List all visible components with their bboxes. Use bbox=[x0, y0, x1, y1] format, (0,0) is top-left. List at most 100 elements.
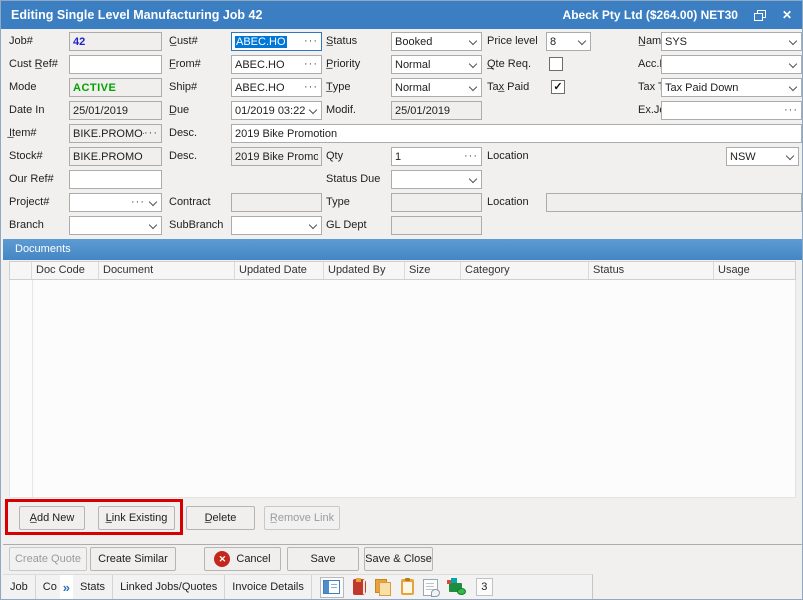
job-editor-window: Editing Single Level Manufacturing Job 4… bbox=[0, 0, 803, 600]
copy-documents-icon[interactable] bbox=[375, 579, 392, 595]
col-indicator[interactable] bbox=[10, 262, 32, 279]
modif-field: 25/01/2019 bbox=[391, 101, 482, 120]
chevron-down-icon[interactable] bbox=[469, 175, 478, 184]
name-select[interactable]: SYS bbox=[661, 32, 802, 51]
chevron-down-icon[interactable] bbox=[789, 60, 798, 69]
ex-job-field[interactable]: ··· bbox=[661, 101, 802, 120]
chevron-down-icon[interactable] bbox=[309, 106, 318, 115]
acc-mgr-select[interactable] bbox=[661, 55, 802, 74]
status-select[interactable]: Booked bbox=[391, 32, 482, 51]
date-in-field: 25/01/2019 bbox=[69, 101, 162, 120]
diary-icon[interactable] bbox=[353, 579, 366, 595]
chevron-down-icon[interactable] bbox=[578, 37, 587, 46]
delete-button[interactable]: D̲elete bbox=[186, 506, 255, 530]
clipboard-icon[interactable] bbox=[401, 579, 414, 595]
chevron-down-icon[interactable] bbox=[149, 198, 158, 207]
col-usage[interactable]: Usage bbox=[714, 262, 797, 279]
save-close-button[interactable]: Save & Close bbox=[364, 547, 433, 571]
branch-select[interactable] bbox=[69, 216, 162, 235]
job-field[interactable]: 42 bbox=[69, 32, 162, 51]
our-ref-label: Our Ref# bbox=[9, 170, 54, 189]
col-size[interactable]: Size bbox=[405, 262, 461, 279]
restore-icon[interactable] bbox=[754, 10, 766, 21]
contract-field bbox=[231, 193, 322, 212]
col-category[interactable]: Category bbox=[461, 262, 589, 279]
ex-job-ellipsis-button[interactable]: ··· bbox=[784, 105, 798, 116]
cust-field[interactable]: ABEC.HO··· bbox=[231, 32, 322, 51]
chevron-down-icon[interactable] bbox=[469, 60, 478, 69]
money-gift-icon[interactable] bbox=[447, 579, 466, 595]
save-button[interactable]: Save bbox=[287, 547, 359, 571]
our-ref-field[interactable] bbox=[69, 170, 162, 189]
window-title: Editing Single Level Manufacturing Job 4… bbox=[11, 8, 262, 22]
chevron-down-icon[interactable] bbox=[789, 37, 798, 46]
link-existing-button[interactable]: L̲ink Existing bbox=[98, 506, 175, 530]
from-ellipsis-button[interactable]: ··· bbox=[304, 59, 318, 70]
chevron-down-icon[interactable] bbox=[786, 152, 795, 161]
tab-linked-jobs-quotes[interactable]: Linked Jobs/Quotes bbox=[113, 575, 225, 599]
location2-field bbox=[546, 193, 802, 212]
qte-req-checkbox[interactable] bbox=[549, 57, 563, 71]
price-level-select[interactable]: 8 bbox=[546, 32, 591, 51]
indicator-column-divider bbox=[32, 280, 33, 497]
contract-label: Contract bbox=[169, 193, 211, 212]
tab-job[interactable]: Job bbox=[3, 575, 36, 599]
branch-label: Branch bbox=[9, 216, 44, 235]
tab-costing[interactable]: Co bbox=[36, 575, 60, 599]
item-field[interactable]: BIKE.PROMO+··· bbox=[69, 124, 162, 143]
status-label: S̲tatus bbox=[326, 32, 357, 51]
create-similar-button[interactable]: Create Similar bbox=[90, 547, 176, 571]
cancel-icon bbox=[214, 551, 230, 567]
type-label: T̲ype bbox=[326, 78, 350, 97]
project-ellipsis-button[interactable]: ··· bbox=[131, 197, 145, 208]
chevron-down-icon[interactable] bbox=[469, 83, 478, 92]
form-view-button[interactable] bbox=[320, 577, 344, 598]
col-document[interactable]: Document bbox=[99, 262, 235, 279]
status-due-select[interactable] bbox=[391, 170, 482, 189]
col-updated-date[interactable]: Updated Date bbox=[235, 262, 324, 279]
cancel-button[interactable]: Cancel bbox=[204, 547, 281, 571]
tab-overflow-icon[interactable]: » bbox=[60, 575, 73, 599]
item-desc-field[interactable]: 2019 Bike Promotion bbox=[231, 124, 802, 143]
gl-dept-label: GL Dept bbox=[326, 216, 367, 235]
chevron-down-icon[interactable] bbox=[309, 221, 318, 230]
cust-ellipsis-button[interactable]: ··· bbox=[304, 36, 318, 47]
chevron-down-icon[interactable] bbox=[149, 221, 158, 230]
item-desc-label: Desc. bbox=[169, 124, 197, 143]
due-label: D̲ue bbox=[169, 101, 189, 120]
type-select[interactable]: Normal bbox=[391, 78, 482, 97]
add-new-button[interactable]: A̲dd New bbox=[19, 506, 85, 530]
item-ellipsis-button[interactable]: ··· bbox=[144, 128, 158, 139]
project-field[interactable]: ··· bbox=[69, 193, 162, 212]
chevron-down-icon[interactable] bbox=[789, 83, 798, 92]
chevron-down-icon[interactable] bbox=[469, 37, 478, 46]
tab-stats[interactable]: Stats bbox=[73, 575, 113, 599]
tax-total-select[interactable]: Tax Paid Down bbox=[661, 78, 802, 97]
col-status[interactable]: Status bbox=[589, 262, 714, 279]
from-field[interactable]: ABEC.HO··· bbox=[231, 55, 322, 74]
location-label: Location bbox=[487, 147, 529, 166]
mode-field: ACTIVE bbox=[69, 78, 162, 97]
cust-ref-field[interactable] bbox=[69, 55, 162, 74]
close-icon[interactable]: ✕ bbox=[782, 9, 792, 21]
col-doc-code[interactable]: Doc Code bbox=[32, 262, 99, 279]
priority-select[interactable]: Normal bbox=[391, 55, 482, 74]
remove-link-button[interactable]: R̲emove Link bbox=[264, 506, 340, 530]
due-field[interactable]: 01/2019 03:22 bbox=[231, 101, 322, 120]
create-quote-button[interactable]: Create Quote bbox=[9, 547, 87, 571]
tab-invoice-details[interactable]: Invoice Details bbox=[225, 575, 312, 599]
mode-label: Mode bbox=[9, 78, 37, 97]
ship-ellipsis-button[interactable]: ··· bbox=[304, 82, 318, 93]
documents-grid-body[interactable] bbox=[9, 280, 796, 498]
col-updated-by[interactable]: Updated By bbox=[324, 262, 405, 279]
ship-field[interactable]: ABEC.HO··· bbox=[231, 78, 322, 97]
qty-ellipsis-button[interactable]: ··· bbox=[464, 151, 478, 162]
qty-label: Qty bbox=[326, 147, 343, 166]
qty-field[interactable]: 1··· bbox=[391, 147, 482, 166]
subbranch-select[interactable] bbox=[231, 216, 322, 235]
notes-icon[interactable] bbox=[423, 579, 438, 596]
location-select[interactable]: NSW bbox=[726, 147, 799, 166]
tax-paid-checkbox[interactable] bbox=[551, 80, 565, 94]
project-label: Project# bbox=[9, 193, 49, 212]
stock-desc-field: 2019 Bike Promotion bbox=[231, 147, 322, 166]
